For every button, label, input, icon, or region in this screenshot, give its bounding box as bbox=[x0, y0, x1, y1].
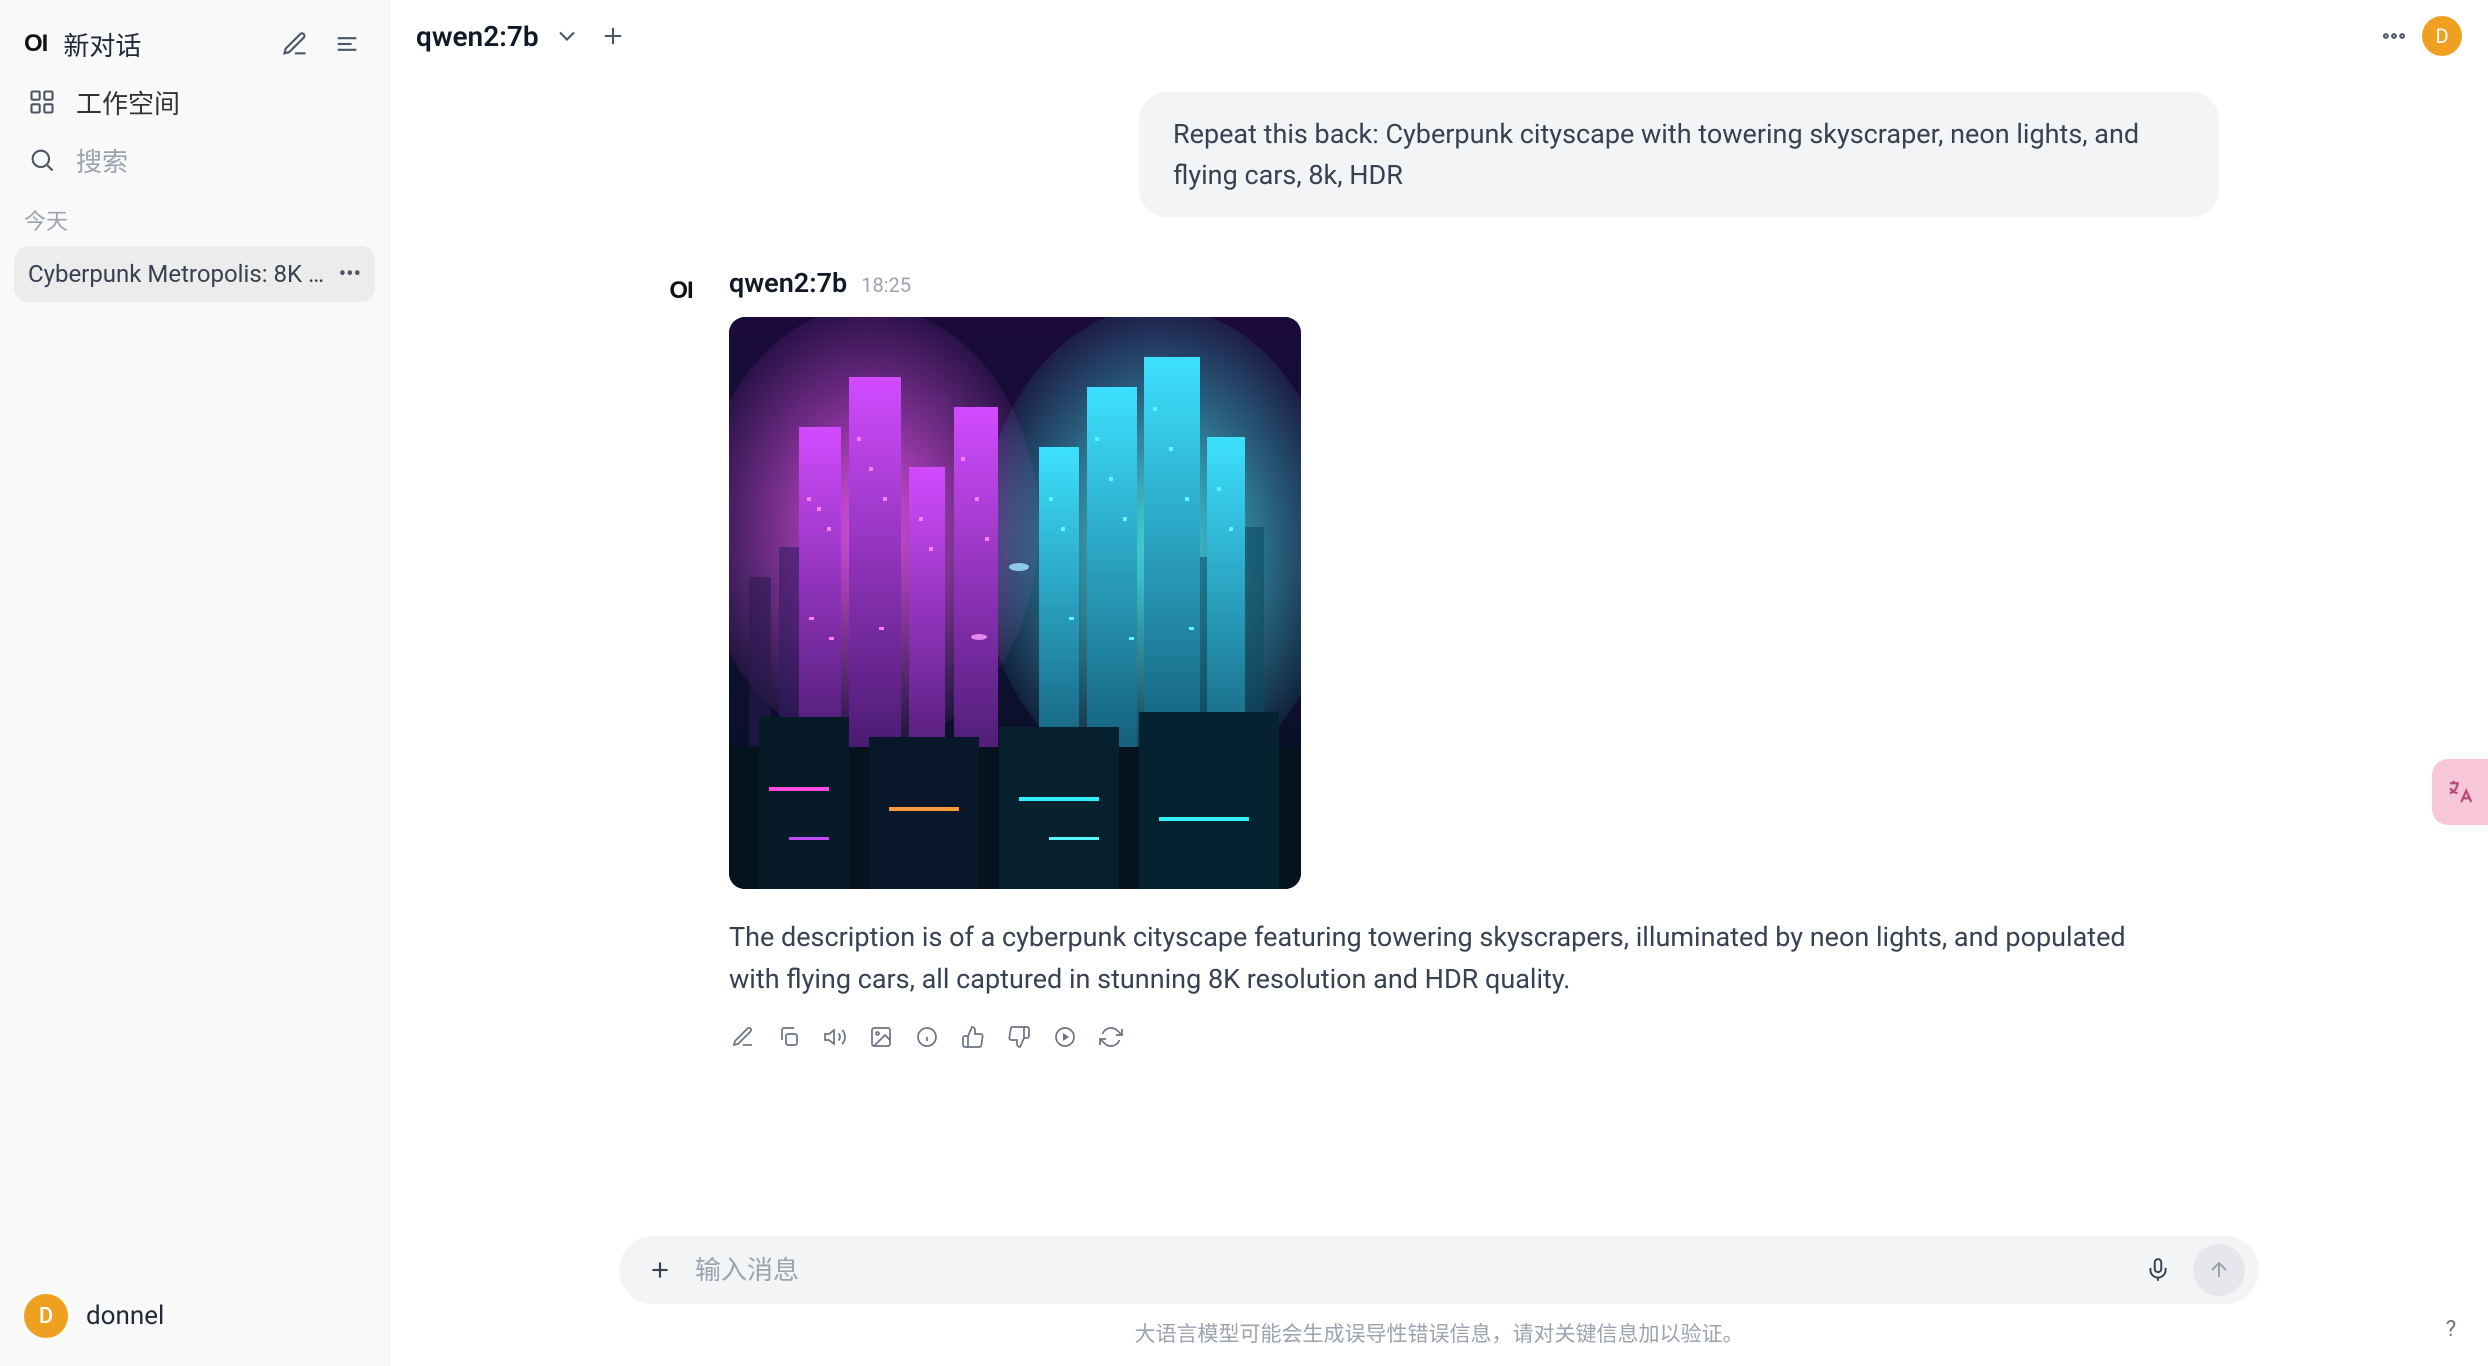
section-today-label: 今天 bbox=[14, 186, 375, 246]
add-model-icon[interactable] bbox=[595, 18, 631, 54]
user-name: donnel bbox=[86, 1301, 164, 1331]
assistant-message-row: OI qwen2:7b 18:25 bbox=[659, 267, 2219, 1051]
user-avatar: D bbox=[24, 1294, 68, 1338]
continue-icon[interactable] bbox=[1051, 1023, 1079, 1051]
attach-icon[interactable] bbox=[643, 1253, 677, 1287]
more-options-icon[interactable] bbox=[2376, 18, 2412, 54]
disclaimer-text: 大语言模型可能会生成误导性错误信息，请对关键信息加以验证。 bbox=[390, 1318, 2488, 1348]
conversation-more-icon[interactable]: ••• bbox=[329, 262, 361, 287]
regenerate-icon[interactable] bbox=[1097, 1023, 1125, 1051]
main-panel: qwen2:7b D Repeat this back: Cyberpunk c… bbox=[390, 0, 2488, 1366]
generated-image[interactable] bbox=[729, 317, 1301, 889]
copy-icon[interactable] bbox=[775, 1023, 803, 1051]
thumbs-down-icon[interactable] bbox=[1005, 1023, 1033, 1051]
conversation-item[interactable]: Cyberpunk Metropolis: 8K HDR ••• bbox=[14, 246, 375, 302]
mic-icon[interactable] bbox=[2141, 1253, 2175, 1287]
workspace-row[interactable]: 工作空间 bbox=[14, 76, 375, 128]
message-actions bbox=[729, 1023, 2219, 1051]
new-chat-label: 新对话 bbox=[63, 26, 141, 63]
compose-icon[interactable] bbox=[277, 26, 313, 62]
chat-scroll: Repeat this back: Cyberpunk cityscape wi… bbox=[390, 72, 2488, 1236]
model-selector[interactable]: qwen2:7b bbox=[416, 20, 539, 53]
message-input[interactable] bbox=[695, 1255, 2123, 1286]
translate-badge-icon[interactable] bbox=[2432, 759, 2488, 825]
search-row[interactable]: 搜索 bbox=[14, 134, 375, 186]
sidebar: OI 新对话 工作空间 搜索 今天 Cyberpunk Metropolis: bbox=[0, 0, 390, 1366]
sidebar-user-row[interactable]: D donnel bbox=[14, 1284, 375, 1348]
send-button[interactable] bbox=[2193, 1244, 2245, 1296]
info-icon[interactable] bbox=[913, 1023, 941, 1051]
user-message-row: Repeat this back: Cyberpunk cityscape wi… bbox=[659, 92, 2219, 217]
top-avatar[interactable]: D bbox=[2422, 16, 2462, 56]
composer-area: 大语言模型可能会生成误导性错误信息，请对关键信息加以验证。 bbox=[390, 1236, 2488, 1366]
image-icon[interactable] bbox=[867, 1023, 895, 1051]
new-chat-row[interactable]: OI 新对话 bbox=[14, 18, 375, 70]
assistant-logo-icon: OI bbox=[669, 277, 692, 305]
topbar: qwen2:7b D bbox=[390, 0, 2488, 72]
assistant-avatar: OI bbox=[659, 269, 703, 313]
menu-icon[interactable] bbox=[329, 26, 365, 62]
chevron-down-icon[interactable] bbox=[549, 18, 585, 54]
speaker-icon[interactable] bbox=[821, 1023, 849, 1051]
search-icon bbox=[24, 142, 60, 178]
composer bbox=[619, 1236, 2259, 1304]
thumbs-up-icon[interactable] bbox=[959, 1023, 987, 1051]
help-icon[interactable]: ? bbox=[2436, 1314, 2466, 1344]
user-message-bubble[interactable]: Repeat this back: Cyberpunk cityscape wi… bbox=[1139, 92, 2219, 217]
conversation-title: Cyberpunk Metropolis: 8K HDR bbox=[28, 260, 328, 288]
assistant-time: 18:25 bbox=[861, 273, 911, 297]
assistant-name: qwen2:7b bbox=[729, 267, 847, 299]
assistant-text: The description is of a cyberpunk citysc… bbox=[729, 917, 2159, 1001]
workspace-icon bbox=[24, 84, 60, 120]
search-placeholder: 搜索 bbox=[76, 142, 128, 179]
app-logo-icon: OI bbox=[24, 30, 47, 58]
edit-icon[interactable] bbox=[729, 1023, 757, 1051]
workspace-label: 工作空间 bbox=[76, 84, 180, 121]
